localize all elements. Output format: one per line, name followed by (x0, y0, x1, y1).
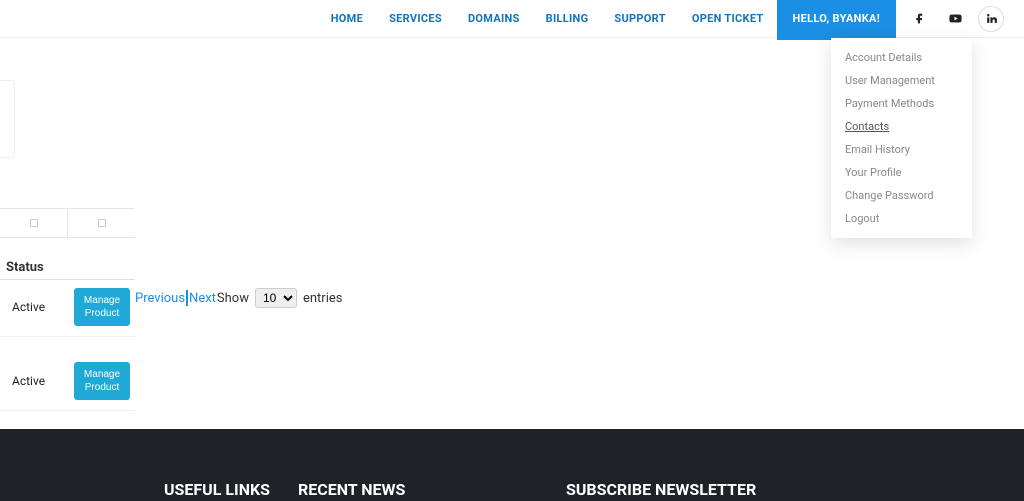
nav-billing[interactable]: BILLING (533, 0, 602, 38)
dropdown-your-profile[interactable]: Your Profile (831, 161, 972, 184)
nav-hello-user[interactable]: HELLO, BYANKA! (777, 0, 896, 38)
dropdown-account-details[interactable]: Account Details (831, 46, 972, 69)
manage-product-button[interactable]: Manage Product (74, 362, 130, 400)
user-dropdown: Account Details User Management Payment … (831, 38, 972, 238)
entries-label: entries (303, 291, 343, 306)
sort-tab-1[interactable] (0, 209, 67, 237)
manage-product-button[interactable]: Manage Product (74, 288, 130, 326)
site-footer: W US USEFUL LINKS RECENT NEWS SUBSCRIBE … (0, 429, 1024, 501)
next-page[interactable]: Next (189, 291, 216, 306)
primary-nav: HOME SERVICES DOMAINS BILLING SUPPORT OP… (318, 0, 896, 38)
footer-heading-subscribe: SUBSCRIBE NEWSLETTER (566, 480, 756, 499)
sort-icon (98, 219, 106, 227)
table-row: Active Manage Product (0, 352, 135, 411)
column-header-status[interactable]: Status (0, 256, 135, 280)
status-cell: Active (12, 300, 45, 314)
pagination-controls: Previous Next Show 10 entries (135, 288, 342, 308)
dropdown-change-password[interactable]: Change Password (831, 184, 972, 207)
left-panel-fragment (0, 80, 15, 158)
nav-open-ticket[interactable]: OPEN TICKET (679, 0, 777, 38)
table-row: Active Manage Product (0, 278, 135, 337)
pager-separator (186, 290, 188, 306)
linkedin-icon[interactable] (978, 6, 1004, 32)
previous-page[interactable]: Previous (135, 291, 185, 306)
social-icons (906, 6, 1004, 32)
dropdown-payment-methods[interactable]: Payment Methods (831, 92, 972, 115)
dropdown-user-management[interactable]: User Management (831, 69, 972, 92)
sort-icon (30, 219, 38, 227)
nav-services[interactable]: SERVICES (376, 0, 455, 38)
facebook-icon[interactable] (906, 6, 932, 32)
dropdown-email-history[interactable]: Email History (831, 138, 972, 161)
table-sort-tabs (0, 208, 135, 238)
youtube-icon[interactable] (942, 6, 968, 32)
nav-home[interactable]: HOME (318, 0, 376, 38)
footer-heading-useful-links: USEFUL LINKS (164, 480, 270, 499)
dropdown-contacts[interactable]: Contacts (831, 115, 972, 138)
footer-heading-recent-news: RECENT NEWS (298, 480, 405, 499)
nav-support[interactable]: SUPPORT (601, 0, 678, 38)
top-navbar: HOME SERVICES DOMAINS BILLING SUPPORT OP… (0, 0, 1024, 38)
dropdown-logout[interactable]: Logout (831, 207, 972, 230)
nav-domains[interactable]: DOMAINS (455, 0, 533, 38)
status-cell: Active (12, 374, 45, 388)
show-label: Show (217, 291, 249, 306)
sort-tab-2[interactable] (67, 209, 135, 237)
page-size-select[interactable]: 10 (255, 288, 297, 308)
